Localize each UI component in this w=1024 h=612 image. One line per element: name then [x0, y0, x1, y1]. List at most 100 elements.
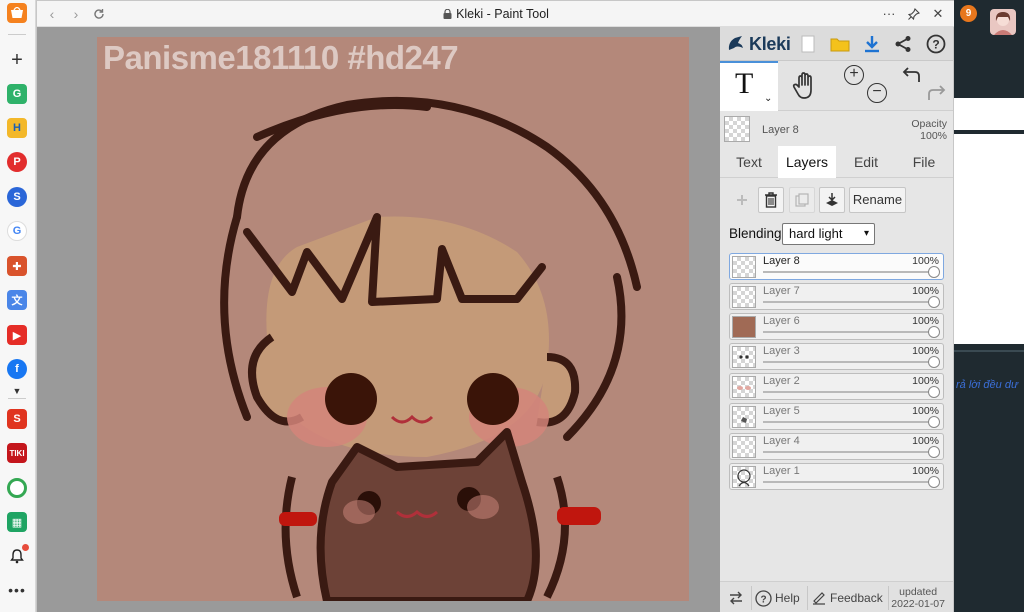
google-icon[interactable]: G: [7, 221, 27, 241]
blending-select[interactable]: hard light ▾: [782, 223, 875, 245]
share-icon[interactable]: [892, 33, 914, 55]
zoom-out-icon[interactable]: −: [867, 83, 887, 103]
shop-icon[interactable]: [7, 3, 27, 23]
text-tool-icon: T: [735, 67, 754, 100]
layer-thumbnail: [732, 436, 756, 458]
canvas-area: Panisme181110 #hd247: [37, 27, 720, 612]
opacity-label: Opacity: [911, 118, 947, 130]
layer-opacity-slider[interactable]: [763, 301, 937, 303]
more-options-icon[interactable]: ···: [880, 5, 898, 23]
current-layer-info: Layer 8 Opacity 100%: [720, 112, 953, 146]
kleki-logo[interactable]: Kleki: [726, 32, 791, 56]
layer-row[interactable]: Layer 7 100%: [729, 283, 944, 310]
shopee-icon[interactable]: S: [7, 187, 27, 207]
facebook-icon[interactable]: f: [7, 359, 27, 379]
grammarly-icon[interactable]: G: [7, 84, 27, 104]
layer-row[interactable]: Layer 5 100%: [729, 403, 944, 430]
tab-text[interactable]: Text: [722, 146, 776, 178]
layer-opacity-knob[interactable]: [928, 296, 940, 308]
layer-row[interactable]: Layer 8 100%: [729, 253, 944, 280]
background-panel: [954, 134, 1024, 344]
tab-layers[interactable]: Layers: [778, 146, 836, 178]
tab-file[interactable]: File: [896, 146, 952, 178]
translate-icon[interactable]: 文: [7, 290, 27, 310]
help-icon[interactable]: ?: [925, 33, 947, 55]
layer-opacity-knob[interactable]: [928, 356, 940, 368]
layer-thumbnail: [732, 466, 756, 488]
layer-name: Layer 1: [763, 465, 800, 477]
layer-thumbnail: [732, 376, 756, 398]
layer-opacity-slider[interactable]: [763, 451, 937, 453]
duplicate-layer-button[interactable]: [789, 187, 815, 213]
sheets-icon[interactable]: ▦: [7, 512, 27, 532]
layer-row[interactable]: Layer 3 100%: [729, 343, 944, 370]
popup-title-text: Kleki - Paint Tool: [456, 7, 549, 21]
pin-icon[interactable]: [905, 5, 923, 23]
browser-sidebar: + G H P S G ✚ 文 ▶ f ▼ S TIKI ▦ •••: [0, 0, 36, 612]
text-tool-button[interactable]: T ⌄: [720, 61, 778, 111]
layer-opacity-slider[interactable]: [763, 361, 937, 363]
panel-footer: ? Help Feedback updated 2022-01-07: [720, 581, 953, 612]
h-app-icon[interactable]: H: [7, 118, 27, 138]
redo-icon[interactable]: [924, 83, 946, 105]
blending-label: Blending: [729, 226, 782, 241]
drawing-canvas[interactable]: Panisme181110 #hd247: [97, 37, 689, 601]
layer-opacity-knob[interactable]: [928, 476, 940, 488]
notification-badge[interactable]: 9: [960, 5, 977, 22]
more-icon[interactable]: •••: [7, 580, 27, 600]
layer-opacity-knob[interactable]: [928, 416, 940, 428]
canvas-watermark: Panisme181110 #hd247: [103, 39, 459, 76]
pinterest-icon[interactable]: P: [7, 152, 27, 172]
layer-row[interactable]: Layer 6 100%: [729, 313, 944, 340]
download-icon[interactable]: [861, 33, 883, 55]
rename-layer-button[interactable]: Rename: [849, 187, 906, 213]
layer-row[interactable]: Layer 1 100%: [729, 463, 944, 490]
youtube-icon[interactable]: ▶: [7, 325, 27, 345]
add-layer-button[interactable]: [729, 187, 755, 213]
panel-header: Kleki ?: [720, 27, 953, 61]
tool-row: T ⌄ + −: [720, 61, 953, 111]
close-icon[interactable]: ✕: [929, 5, 947, 23]
layer-opacity-knob[interactable]: [928, 266, 940, 278]
feedback-button[interactable]: Feedback: [812, 582, 883, 612]
layer-opacity-knob[interactable]: [928, 446, 940, 458]
background-link-text[interactable]: rả lời đều dư: [956, 379, 1018, 391]
layer-opacity-slider[interactable]: [763, 481, 937, 483]
layer-opacity-slider[interactable]: [763, 271, 937, 273]
hand-tool-icon[interactable]: [790, 70, 822, 102]
layer-opacity-slider[interactable]: [763, 421, 937, 423]
help-circle-icon: ?: [755, 589, 772, 607]
layer-opacity-knob[interactable]: [928, 326, 940, 338]
profile-avatar[interactable]: [990, 9, 1016, 35]
feedback-label: Feedback: [830, 591, 883, 605]
duplicate-icon: [795, 193, 809, 207]
layer-row[interactable]: Layer 4 100%: [729, 433, 944, 460]
swap-side-icon[interactable]: [728, 582, 744, 612]
current-layer-opacity: Opacity 100%: [911, 118, 947, 142]
undo-icon[interactable]: [902, 65, 924, 87]
layer-actions: Rename: [720, 185, 953, 219]
tab-edit[interactable]: Edit: [838, 146, 894, 178]
new-image-icon[interactable]: [797, 33, 819, 55]
layer-opacity-slider[interactable]: [763, 331, 937, 333]
merge-down-icon: [826, 193, 838, 206]
chrome-icon[interactable]: [7, 478, 27, 498]
layer-name: Layer 3: [763, 345, 800, 357]
chevron-down-icon[interactable]: ⌄: [764, 93, 772, 104]
open-folder-icon[interactable]: [829, 33, 851, 55]
layer-thumbnail: [732, 286, 756, 308]
tet-app-icon[interactable]: S: [7, 409, 27, 429]
help-button[interactable]: ? Help: [755, 582, 800, 612]
add-icon[interactable]: +: [7, 49, 27, 71]
bell-icon[interactable]: [7, 544, 29, 566]
layer-row[interactable]: Layer 2 100%: [729, 373, 944, 400]
layer-opacity-slider[interactable]: [763, 391, 937, 393]
tiki-icon[interactable]: TIKI: [7, 443, 27, 463]
background-divider: [954, 350, 1024, 352]
updated-date: 2022-01-07: [891, 598, 945, 610]
puzzle-icon[interactable]: ✚: [7, 256, 27, 276]
layer-opacity-knob[interactable]: [928, 386, 940, 398]
delete-layer-button[interactable]: [758, 187, 784, 213]
merge-down-button[interactable]: [819, 187, 845, 213]
zoom-in-icon[interactable]: +: [844, 65, 864, 85]
